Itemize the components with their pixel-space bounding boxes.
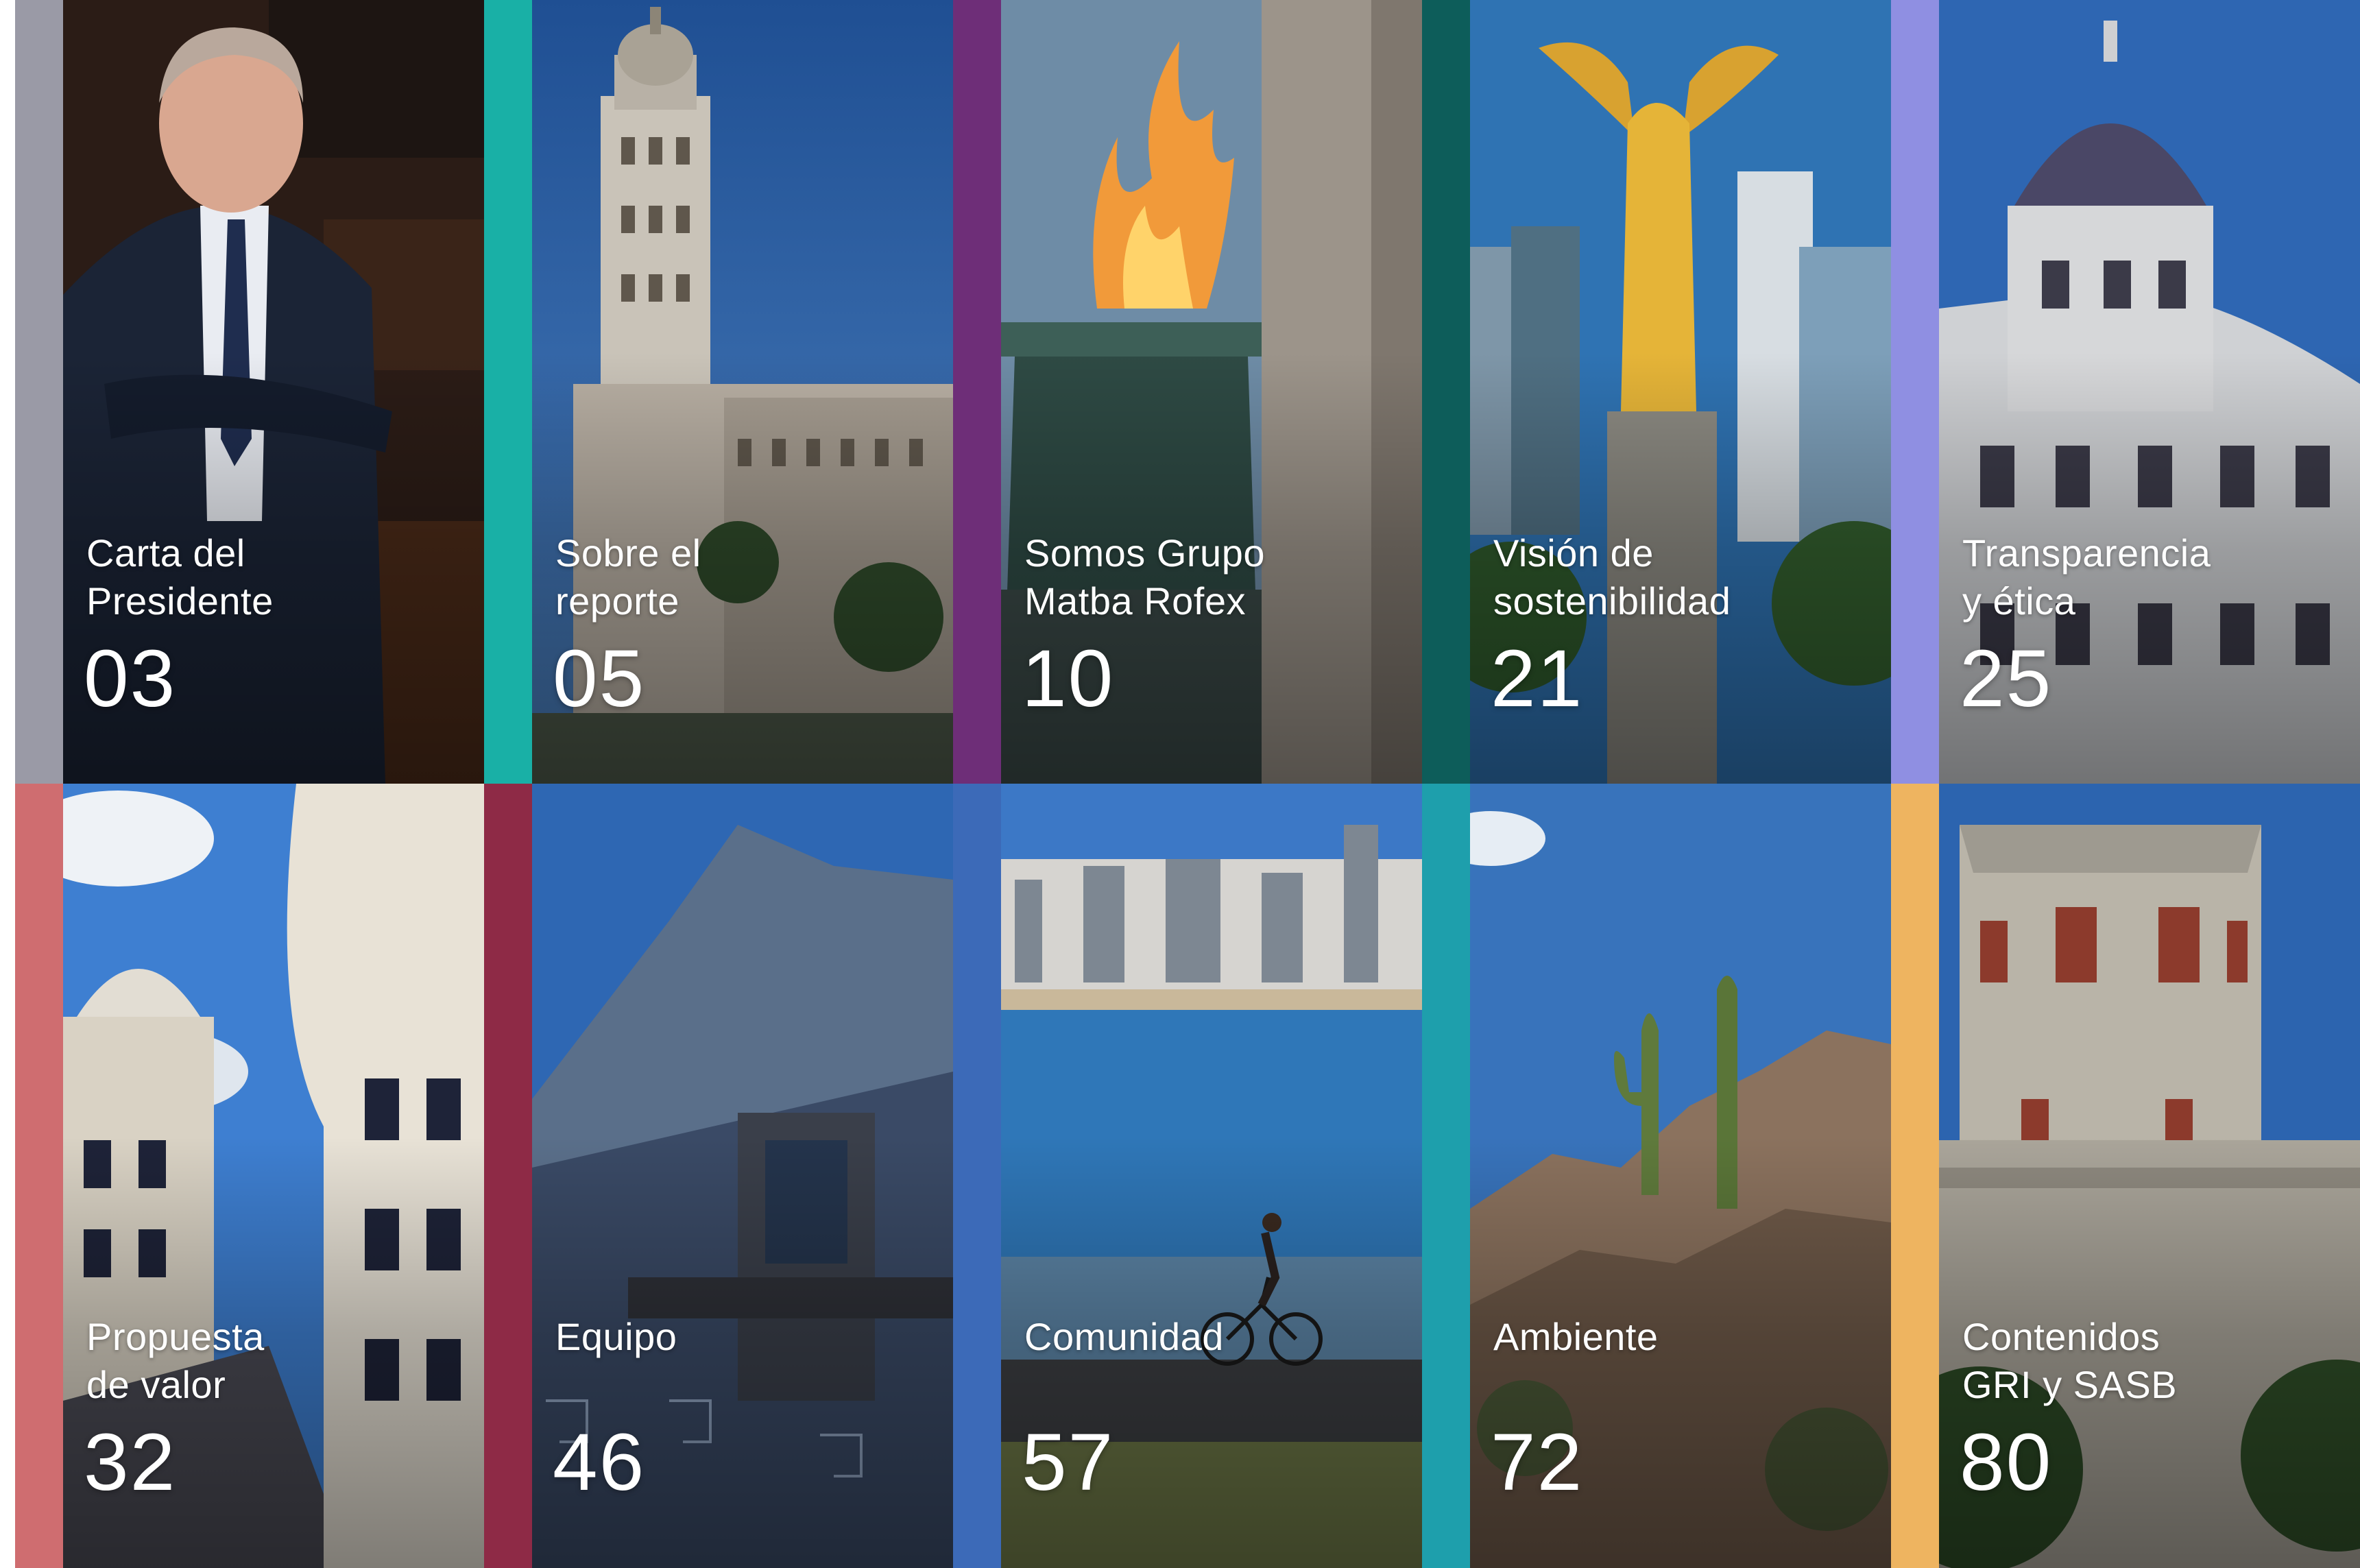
section-page-number: 46 [553, 1417, 646, 1508]
section-card-carta-presidente[interactable]: Carta del Presidente 03 [15, 0, 484, 784]
accent-bar [953, 0, 1001, 784]
section-title: Transparencia y ética [1962, 531, 2211, 623]
section-page-number: 32 [84, 1417, 177, 1508]
palacio-salvo-photo: Sobre el reporte 05 [532, 0, 953, 784]
section-card-somos-grupo[interactable]: Somos Grupo Matba Rofex 10 [953, 0, 1422, 784]
section-card-vision-sostenibilidad[interactable]: Visión de sostenibilidad 21 [1422, 0, 1891, 784]
accent-bar [1891, 0, 1939, 784]
accent-bar [15, 0, 63, 784]
section-page-number: 25 [1960, 634, 2053, 724]
section-page-number: 10 [1022, 634, 1115, 724]
eternal-flame-photo: Somos Grupo Matba Rofex 10 [1001, 0, 1422, 784]
section-page-number: 05 [553, 634, 646, 724]
section-title: Sobre el reporte [555, 531, 701, 623]
section-card-transparencia-etica[interactable]: Transparencia y ética 25 [1891, 0, 2360, 784]
accent-bar [484, 0, 532, 784]
section-page-number: 21 [1491, 634, 1584, 724]
accent-bar [15, 784, 63, 1568]
cactus-rocks-photo: Ambiente 72 [1470, 784, 1891, 1568]
rambla-cyclist-photo: Comunidad 57 [1001, 784, 1422, 1568]
angel-independencia-photo: Visión de sostenibilidad 21 [1470, 0, 1891, 784]
accent-bar [953, 784, 1001, 1568]
section-title: Contenidos GRI y SASB [1962, 1315, 2178, 1406]
section-card-contenidos-gri-sasb[interactable]: Contenidos GRI y SASB 80 [1891, 784, 2360, 1568]
section-title: Equipo [555, 1315, 677, 1358]
castle-tower-photo: Contenidos GRI y SASB 80 [1939, 784, 2360, 1568]
accent-bar [1422, 784, 1470, 1568]
section-title: Propuesta de valor [86, 1315, 265, 1406]
accent-bar [1891, 784, 1939, 1568]
section-title: Carta del Presidente [86, 531, 274, 623]
section-title: Somos Grupo Matba Rofex [1024, 531, 1265, 623]
section-page-number: 03 [84, 634, 177, 724]
president-portrait-photo: Carta del Presidente 03 [63, 0, 484, 784]
section-title: Visión de sostenibilidad [1493, 531, 1731, 623]
section-card-propuesta-valor[interactable]: Propuesta de valor 32 [15, 784, 484, 1568]
section-card-sobre-reporte[interactable]: Sobre el reporte 05 [484, 0, 953, 784]
buenos-aires-towers-photo: Propuesta de valor 32 [63, 784, 484, 1568]
accent-bar [484, 784, 532, 1568]
sections-grid: Carta del Presidente 03 Sobre el reporte… [15, 0, 2360, 1568]
section-page-number: 57 [1022, 1417, 1115, 1508]
section-card-ambiente[interactable]: Ambiente 72 [1422, 784, 1891, 1568]
section-page-number: 72 [1491, 1417, 1584, 1508]
accent-bar [1422, 0, 1470, 784]
domed-building-photo: Transparencia y ética 25 [1939, 0, 2360, 784]
section-card-comunidad[interactable]: Comunidad 57 [953, 784, 1422, 1568]
casa-azulejos-photo: Equipo 46 [532, 784, 953, 1568]
section-title: Comunidad [1024, 1315, 1224, 1358]
section-page-number: 80 [1960, 1417, 2053, 1508]
section-card-equipo[interactable]: Equipo 46 [484, 784, 953, 1568]
section-title: Ambiente [1493, 1315, 1659, 1358]
